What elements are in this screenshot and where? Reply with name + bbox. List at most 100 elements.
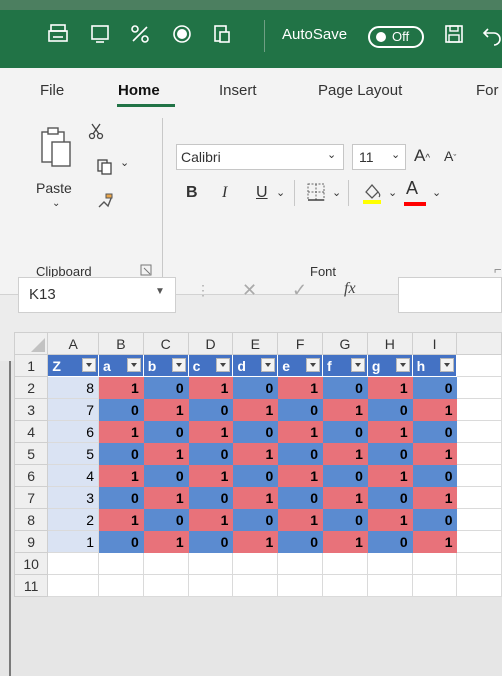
cell[interactable] — [456, 486, 502, 509]
filter-dropdown-icon[interactable] — [81, 358, 96, 372]
fill-color-icon[interactable] — [360, 180, 384, 211]
data-cell[interactable]: 1 — [411, 530, 458, 553]
table-header-cell[interactable]: b — [142, 354, 189, 377]
z-cell[interactable]: 5 — [47, 442, 99, 465]
tab-home[interactable]: Home — [118, 82, 160, 99]
data-cell[interactable]: 1 — [187, 464, 234, 487]
data-cell[interactable]: 1 — [277, 508, 324, 531]
cell[interactable] — [456, 508, 502, 531]
font-size-select[interactable]: 11 ⌄ — [352, 144, 406, 170]
cell[interactable] — [277, 552, 324, 575]
filter-dropdown-icon[interactable] — [306, 358, 321, 372]
data-cell[interactable]: 0 — [411, 420, 458, 443]
cell[interactable] — [411, 552, 458, 575]
tab-file[interactable]: File — [40, 82, 64, 99]
row-header[interactable]: 10 — [13, 552, 49, 575]
data-cell[interactable]: 1 — [232, 398, 279, 421]
cell[interactable] — [187, 552, 234, 575]
filter-dropdown-icon[interactable] — [350, 358, 365, 372]
data-cell[interactable]: 1 — [411, 486, 458, 509]
data-cell[interactable]: 0 — [97, 442, 144, 465]
data-cell[interactable]: 1 — [322, 398, 368, 421]
data-cell[interactable]: 1 — [142, 530, 189, 553]
z-cell[interactable]: 6 — [47, 420, 99, 443]
tab-formulas[interactable]: For — [476, 82, 499, 99]
cell[interactable] — [47, 552, 99, 575]
data-cell[interactable]: 0 — [322, 464, 368, 487]
cell[interactable] — [456, 420, 502, 443]
filter-dropdown-icon[interactable] — [216, 358, 231, 372]
z-cell[interactable]: 8 — [47, 376, 99, 399]
screen-icon[interactable] — [86, 22, 114, 50]
data-cell[interactable]: 0 — [97, 398, 144, 421]
data-cell[interactable]: 0 — [232, 508, 279, 531]
cell[interactable] — [232, 552, 279, 575]
data-cell[interactable]: 0 — [232, 464, 279, 487]
row-header[interactable]: 5 — [13, 442, 49, 465]
data-cell[interactable]: 1 — [232, 486, 279, 509]
confirm-formula-icon[interactable]: ✓ — [292, 280, 307, 301]
cell[interactable] — [456, 552, 502, 575]
format-painter-icon[interactable] — [96, 192, 114, 215]
data-cell[interactable]: 0 — [366, 442, 413, 465]
worksheet-grid[interactable]: ABCDEFGHI1Zabcdefgh281010101037010101014… — [13, 332, 502, 597]
column-header[interactable]: E — [232, 332, 279, 355]
data-cell[interactable]: 0 — [411, 376, 458, 399]
decrease-font-size-button[interactable]: Aˇ — [444, 148, 456, 164]
filter-dropdown-icon[interactable] — [171, 358, 186, 372]
name-box[interactable]: K13 ▼ — [18, 277, 176, 313]
z-cell[interactable]: 2 — [47, 508, 99, 531]
table-header-cell[interactable]: d — [232, 354, 279, 377]
data-cell[interactable]: 1 — [411, 398, 458, 421]
cell[interactable] — [97, 552, 144, 575]
cell[interactable] — [232, 574, 279, 597]
paste-dropdown-chevron-icon[interactable]: ⌄ — [52, 198, 60, 209]
data-cell[interactable]: 1 — [277, 464, 324, 487]
cell[interactable] — [456, 530, 502, 553]
underline-dropdown-chevron-icon[interactable]: ⌄ — [276, 186, 285, 199]
data-cell[interactable]: 0 — [97, 486, 144, 509]
data-cell[interactable]: 0 — [142, 420, 189, 443]
increase-font-size-button[interactable]: A^ — [414, 146, 430, 166]
row-header[interactable]: 11 — [13, 574, 49, 597]
cell[interactable] — [456, 354, 502, 377]
data-cell[interactable]: 1 — [322, 442, 368, 465]
data-cell[interactable]: 0 — [232, 420, 279, 443]
data-cell[interactable]: 1 — [97, 508, 144, 531]
cell[interactable] — [411, 574, 458, 597]
copy-icon[interactable] — [96, 158, 116, 181]
data-cell[interactable]: 1 — [187, 420, 234, 443]
bold-button[interactable]: B — [186, 184, 198, 202]
table-header-cell[interactable]: a — [97, 354, 144, 377]
table-header-cell[interactable]: f — [322, 354, 368, 377]
cell[interactable] — [322, 552, 368, 575]
data-cell[interactable]: 0 — [411, 464, 458, 487]
borders-icon[interactable] — [306, 182, 326, 207]
row-header[interactable]: 8 — [13, 508, 49, 531]
percent-icon[interactable] — [126, 22, 154, 50]
cell[interactable] — [366, 552, 413, 575]
tab-insert[interactable]: Insert — [219, 82, 257, 99]
data-cell[interactable]: 1 — [366, 464, 413, 487]
save-icon[interactable] — [440, 22, 468, 50]
column-header[interactable]: B — [97, 332, 144, 355]
cell[interactable] — [456, 574, 502, 597]
data-cell[interactable]: 1 — [142, 398, 189, 421]
column-header[interactable]: A — [47, 332, 99, 355]
data-cell[interactable]: 1 — [97, 464, 144, 487]
data-cell[interactable]: 0 — [322, 376, 368, 399]
data-cell[interactable]: 1 — [142, 486, 189, 509]
table-header-cell[interactable]: Z — [47, 354, 99, 377]
print-icon[interactable] — [44, 22, 72, 50]
font-color-dropdown-chevron-icon[interactable]: ⌄ — [432, 186, 441, 199]
data-cell[interactable]: 0 — [366, 398, 413, 421]
cell[interactable] — [456, 398, 502, 421]
filter-dropdown-icon[interactable] — [261, 358, 276, 372]
column-header[interactable]: G — [322, 332, 368, 355]
cell[interactable] — [456, 376, 502, 399]
data-cell[interactable]: 0 — [232, 376, 279, 399]
z-cell[interactable]: 1 — [47, 530, 99, 553]
cell[interactable] — [142, 574, 189, 597]
data-cell[interactable]: 1 — [187, 508, 234, 531]
cell[interactable] — [97, 574, 144, 597]
